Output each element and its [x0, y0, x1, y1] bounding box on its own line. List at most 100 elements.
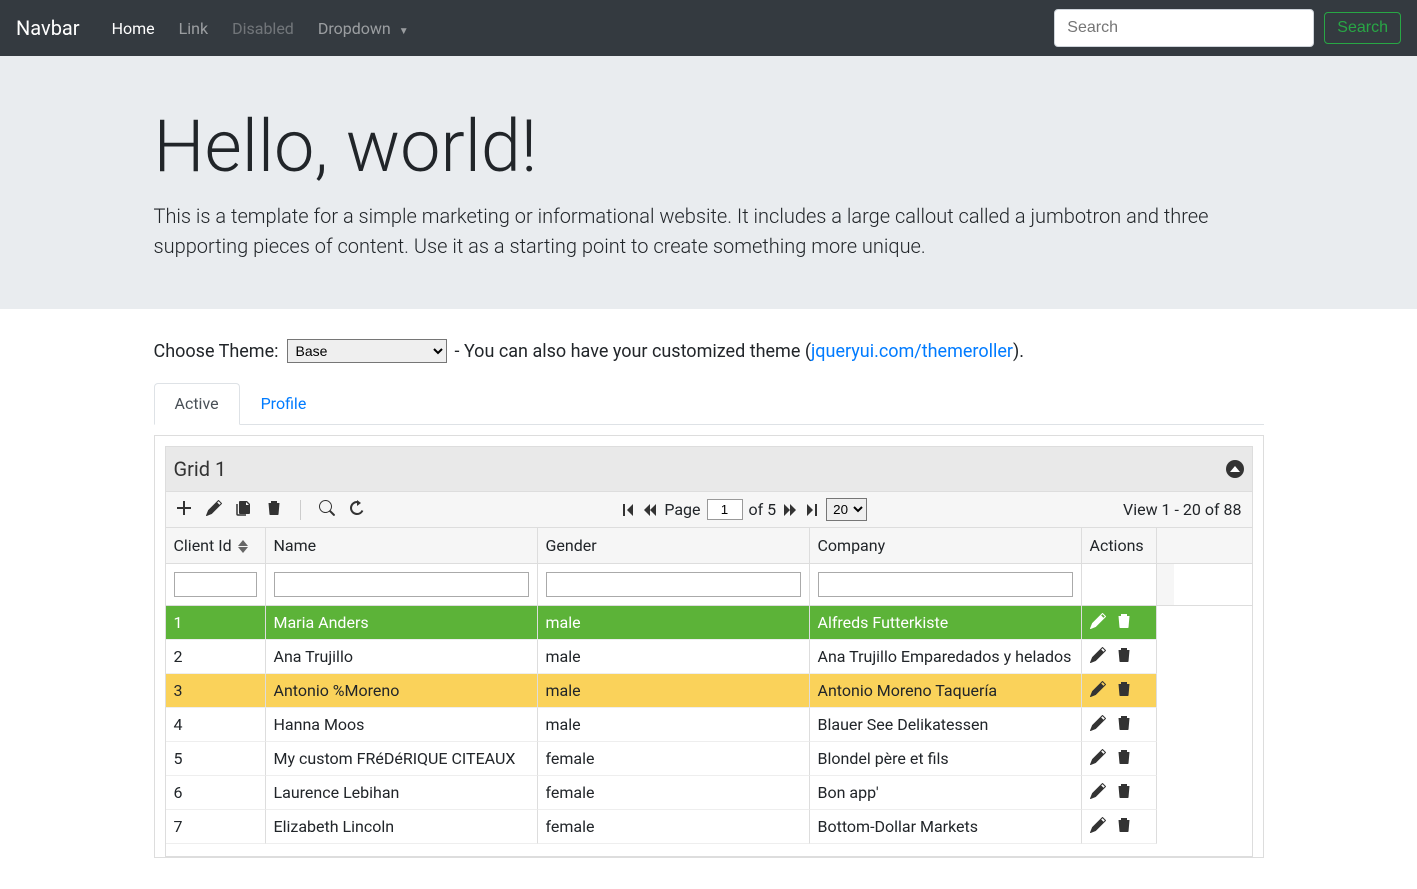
cell-name: Maria Anders [266, 606, 538, 640]
cell-gender: female [538, 810, 810, 844]
cell-gender: male [538, 674, 810, 708]
cell-actions [1082, 742, 1157, 776]
last-page-icon[interactable] [804, 502, 820, 518]
cell-gender: female [538, 776, 810, 810]
table-row[interactable]: 4Hanna MoosmaleBlauer See Delikatessen [166, 708, 1252, 742]
cell-actions [1082, 810, 1157, 844]
table-row[interactable]: 1Maria AndersmaleAlfreds Futterkiste [166, 606, 1252, 640]
row-edit-icon[interactable] [1090, 681, 1106, 697]
cell-name: Elizabeth Lincoln [266, 810, 538, 844]
navbar: Navbar Home Link Disabled Dropdown ▼ Sea… [0, 0, 1417, 56]
row-edit-icon[interactable] [1090, 613, 1106, 629]
cell-id: 4 [166, 708, 266, 742]
cell-id: 3 [166, 674, 266, 708]
edit-icon[interactable] [206, 500, 222, 520]
nav-item-link[interactable]: Link [167, 11, 220, 46]
cell-gender: male [538, 606, 810, 640]
sort-icon [238, 540, 248, 553]
nav-item-home[interactable]: Home [100, 11, 167, 46]
page-of-label: of 5 [749, 500, 777, 519]
add-icon[interactable] [176, 500, 192, 520]
row-edit-icon[interactable] [1090, 749, 1106, 765]
nav-item-dropdown-label: Dropdown [318, 19, 391, 38]
search-icon[interactable] [319, 500, 335, 520]
column-header-company[interactable]: Company [810, 528, 1082, 563]
cell-name: Antonio %Moreno [266, 674, 538, 708]
grid-toolbar: Page of 5 20 View 1 - 20 of 88 [165, 492, 1253, 528]
tab-profile[interactable]: Profile [240, 383, 328, 424]
cell-actions [1082, 776, 1157, 810]
row-edit-icon[interactable] [1090, 783, 1106, 799]
filter-name[interactable] [274, 572, 529, 597]
nav-list: Home Link Disabled Dropdown ▼ [100, 11, 1055, 46]
grid-filter-row [165, 564, 1253, 606]
next-page-icon[interactable] [782, 502, 798, 518]
row-edit-icon[interactable] [1090, 817, 1106, 833]
cell-gender: male [538, 708, 810, 742]
nav-item-dropdown[interactable]: Dropdown ▼ [306, 11, 421, 46]
column-header-name[interactable]: Name [266, 528, 538, 563]
table-row[interactable]: 5My custom FRéDéRIQUE CITEAUXfemaleBlond… [166, 742, 1252, 776]
filter-gender[interactable] [546, 572, 801, 597]
row-delete-icon[interactable] [1116, 817, 1132, 833]
themeroller-link[interactable]: jqueryui.com/themeroller [811, 341, 1013, 362]
theme-select[interactable]: Base [287, 339, 447, 363]
theme-label: Choose Theme: [154, 341, 279, 362]
table-row[interactable]: 7Elizabeth LincolnfemaleBottom-Dollar Ma… [166, 810, 1252, 844]
cell-name: Laurence Lebihan [266, 776, 538, 810]
cell-company: Bottom-Dollar Markets [810, 810, 1082, 844]
cell-id: 7 [166, 810, 266, 844]
cell-company: Blondel père et fils [810, 742, 1082, 776]
cell-name: My custom FRéDéRIQUE CITEAUX [266, 742, 538, 776]
cell-company: Ana Trujillo Emparedados y helados [810, 640, 1082, 674]
grid-title: Grid 1 [174, 457, 227, 481]
cell-actions [1082, 640, 1157, 674]
table-row[interactable]: 6Laurence LebihanfemaleBon app' [166, 776, 1252, 810]
filter-company[interactable] [818, 572, 1073, 597]
cell-gender: female [538, 742, 810, 776]
row-delete-icon[interactable] [1116, 613, 1132, 629]
row-delete-icon[interactable] [1116, 681, 1132, 697]
jumbotron-title: Hello, world! [154, 104, 1264, 189]
refresh-icon[interactable] [349, 500, 365, 520]
cell-company: Bon app' [810, 776, 1082, 810]
table-row[interactable]: 3Antonio %MorenomaleAntonio Moreno Taque… [166, 674, 1252, 708]
view-summary: View 1 - 20 of 88 [1123, 500, 1242, 519]
cell-name: Hanna Moos [266, 708, 538, 742]
row-delete-icon[interactable] [1116, 715, 1132, 731]
grid-title-bar: Grid 1 [165, 446, 1253, 492]
cell-actions [1082, 606, 1157, 640]
tab-active[interactable]: Active [154, 383, 240, 425]
tabs: Active Profile [154, 383, 1264, 425]
chevron-down-icon: ▼ [399, 26, 409, 37]
scrollbar-spacer [1157, 528, 1174, 563]
cell-company: Antonio Moreno Taquería [810, 674, 1082, 708]
table-row[interactable]: 2Ana TrujillomaleAna Trujillo Emparedado… [166, 640, 1252, 674]
search-button[interactable]: Search [1324, 12, 1401, 44]
page-size-select[interactable]: 20 [826, 498, 867, 521]
first-page-icon[interactable] [620, 502, 636, 518]
delete-icon[interactable] [266, 500, 282, 520]
column-header-actions: Actions [1082, 528, 1157, 563]
column-header-client-id[interactable]: Client Id [166, 528, 266, 563]
row-delete-icon[interactable] [1116, 783, 1132, 799]
row-edit-icon[interactable] [1090, 647, 1106, 663]
prev-page-icon[interactable] [642, 502, 658, 518]
page-input[interactable] [707, 499, 743, 520]
grid-body: 1Maria AndersmaleAlfreds Futterkiste2Ana… [165, 606, 1253, 857]
copy-icon[interactable] [236, 500, 252, 520]
column-header-gender[interactable]: Gender [538, 528, 810, 563]
navbar-brand[interactable]: Navbar [16, 16, 80, 40]
collapse-icon[interactable] [1226, 460, 1244, 478]
grid-rows-container[interactable]: 1Maria AndersmaleAlfreds Futterkiste2Ana… [166, 606, 1252, 856]
cell-id: 2 [166, 640, 266, 674]
cell-company: Alfreds Futterkiste [810, 606, 1082, 640]
row-delete-icon[interactable] [1116, 749, 1132, 765]
filter-client-id[interactable] [174, 572, 257, 597]
search-input[interactable] [1054, 9, 1314, 47]
cell-id: 6 [166, 776, 266, 810]
row-delete-icon[interactable] [1116, 647, 1132, 663]
jumbotron: Hello, world! This is a template for a s… [0, 56, 1417, 309]
row-edit-icon[interactable] [1090, 715, 1106, 731]
toolbar-separator [300, 500, 301, 520]
